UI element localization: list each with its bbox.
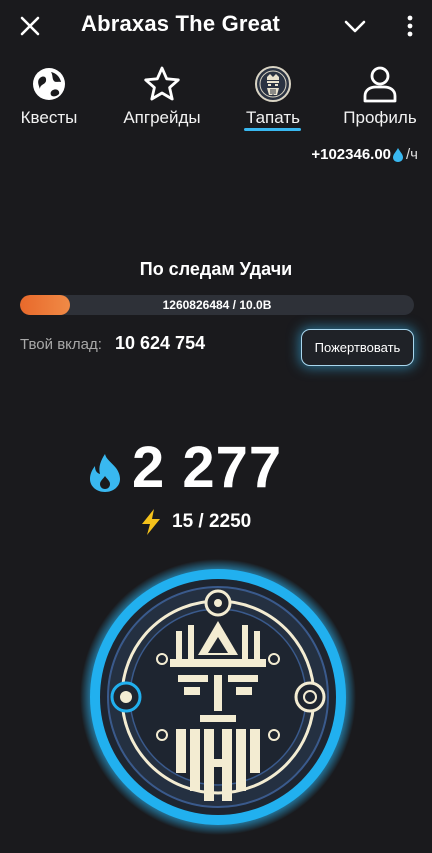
app-title: Abraxas The Great [81,11,281,36]
lightning-bolt-icon [142,509,160,535]
hourly-income: +102346.00 /ч [311,146,418,163]
donate-button[interactable]: Пожертвовать [301,329,414,366]
user-icon [363,66,397,103]
hourly-income-unit: /ч [406,146,418,163]
abraxas-coin-icon [255,66,291,102]
contribution-label: Твой вклад: [20,336,102,353]
contribution-value: 10 624 754 [115,333,206,353]
water-drop-icon [90,454,120,492]
balance: 2 277 [0,436,432,500]
tab-upgrades[interactable]: Апгрейды [112,64,212,128]
tab-tap[interactable]: Тапать [236,64,310,128]
tab-quests[interactable]: Квесты [10,64,88,128]
active-tab-indicator [244,128,301,131]
event-title: По следам Удачи [139,259,293,279]
tab-profile-label: Профиль [343,108,417,127]
event-progress-text: 1260826484 / 10.0B [162,298,272,312]
tab-profile[interactable]: Профиль [335,64,425,128]
tab-quests-label: Квесты [20,108,78,127]
energy: 15 / 2250 [140,508,251,536]
tab-upgrades-label: Апгрейды [123,108,201,127]
close-icon[interactable] [16,12,44,40]
energy-value: 15 / 2250 [172,511,252,532]
app-header: Abraxas The Great [0,0,432,52]
star-icon [144,66,180,101]
hourly-income-value: +102346.00 [311,146,392,163]
tab-bar: Квесты Апгрейды Тапать Профиль [0,64,432,144]
balance-value: 2 277 [132,435,283,500]
event-progress-bar: 1260826484 / 10.0B [20,295,414,315]
chevron-down-icon[interactable] [341,14,369,38]
water-drop-icon [393,147,404,162]
globe-icon [33,68,65,100]
tab-tap-label: Тапать [245,108,300,127]
abraxas-face-emblem-icon[interactable] [80,559,356,835]
more-vertical-icon[interactable] [400,12,420,40]
